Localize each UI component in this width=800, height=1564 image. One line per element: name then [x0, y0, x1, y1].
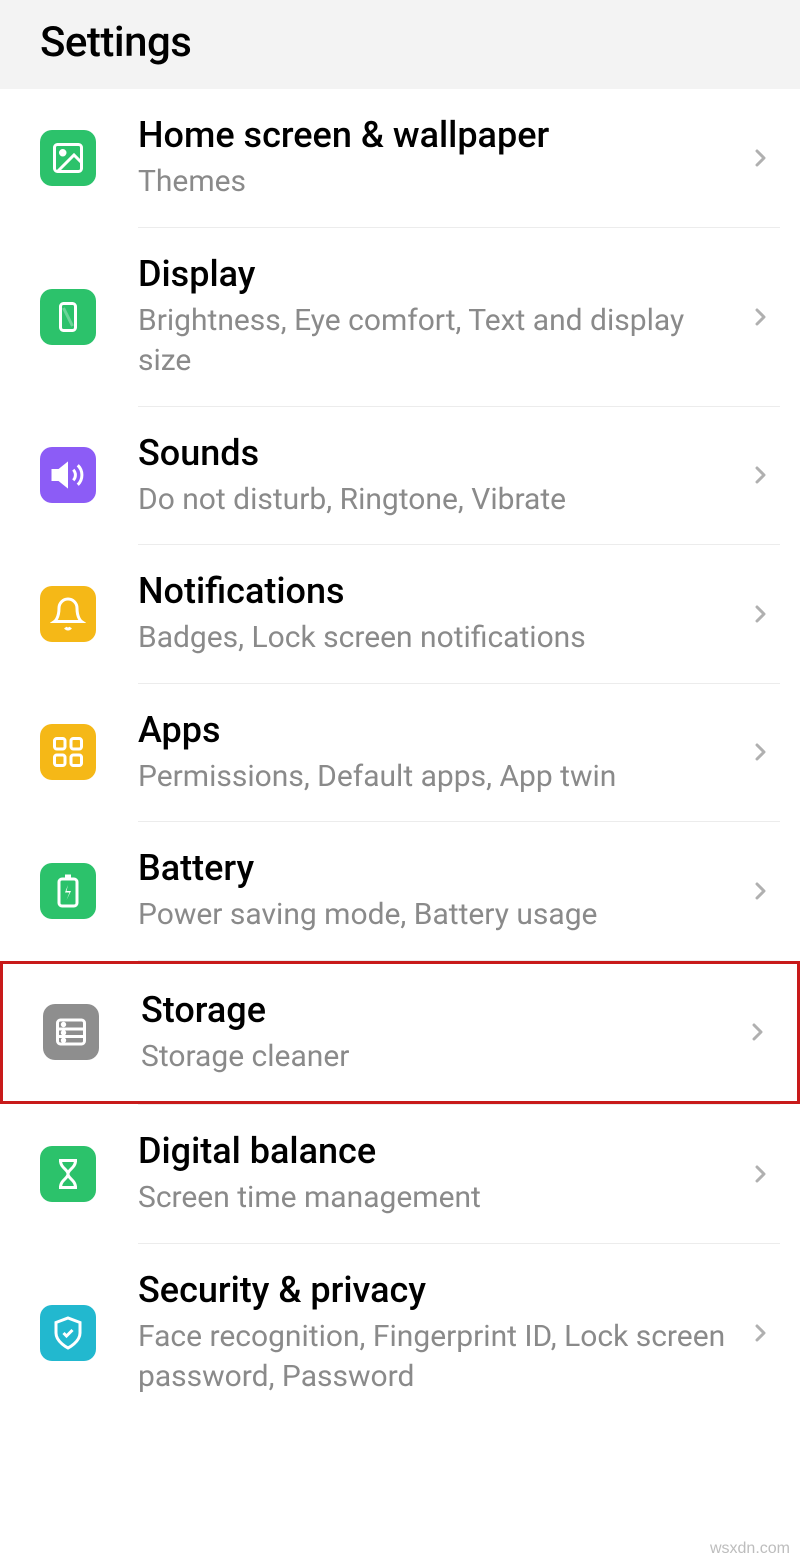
chevron-right-icon — [748, 146, 772, 170]
item-subtitle: Power saving mode, Battery usage — [138, 895, 736, 936]
phone-icon — [40, 289, 96, 345]
battery-icon — [40, 863, 96, 919]
chevron-right-icon — [748, 602, 772, 626]
item-title: Battery — [138, 846, 736, 891]
settings-item-storage-highlighted[interactable]: StorageStorage cleaner — [0, 961, 800, 1105]
item-subtitle: Storage cleaner — [141, 1037, 733, 1078]
settings-item-sounds[interactable]: SoundsDo not disturb, Ringtone, Vibrate — [0, 407, 800, 545]
hourglass-icon — [40, 1146, 96, 1202]
item-subtitle: Permissions, Default apps, App twin — [138, 757, 736, 798]
image-icon — [40, 130, 96, 186]
settings-row-apps[interactable]: AppsPermissions, Default apps, App twin — [0, 684, 800, 822]
item-title: Sounds — [138, 431, 736, 476]
settings-list: Home screen & wallpaperThemes DisplayBrig… — [0, 89, 800, 1422]
settings-item-security[interactable]: Security & privacyFace recognition, Fing… — [0, 1244, 800, 1422]
settings-row-sounds[interactable]: SoundsDo not disturb, Ringtone, Vibrate — [0, 407, 800, 545]
chevron-right-icon — [748, 1321, 772, 1345]
item-title: Digital balance — [138, 1129, 736, 1174]
item-subtitle: Screen time management — [138, 1178, 736, 1219]
item-title: Storage — [141, 988, 733, 1033]
item-title: Home screen & wallpaper — [138, 113, 736, 158]
settings-row-security[interactable]: Security & privacyFace recognition, Fing… — [0, 1244, 800, 1422]
item-subtitle: Themes — [138, 162, 736, 203]
settings-row-battery[interactable]: BatteryPower saving mode, Battery usage — [0, 822, 800, 960]
shield-icon — [40, 1305, 96, 1361]
grid-icon — [40, 724, 96, 780]
settings-row-storage[interactable]: StorageStorage cleaner — [3, 964, 797, 1102]
settings-item-digital-balance[interactable]: Digital balanceScreen time management — [0, 1105, 800, 1243]
speaker-icon — [40, 447, 96, 503]
item-body: DisplayBrightness, Eye comfort, Text and… — [138, 252, 748, 382]
chevron-right-icon — [748, 305, 772, 329]
item-subtitle: Brightness, Eye comfort, Text and displa… — [138, 301, 736, 382]
watermark: wsxdn.com — [710, 1540, 790, 1558]
header: Settings — [0, 0, 800, 89]
item-body: AppsPermissions, Default apps, App twin — [138, 708, 748, 798]
chevron-right-icon — [748, 463, 772, 487]
settings-item-home-screen[interactable]: Home screen & wallpaperThemes — [0, 89, 800, 227]
settings-row-home-screen[interactable]: Home screen & wallpaperThemes — [0, 89, 800, 227]
storage-icon — [43, 1004, 99, 1060]
settings-item-display[interactable]: DisplayBrightness, Eye comfort, Text and… — [0, 228, 800, 406]
settings-item-battery[interactable]: BatteryPower saving mode, Battery usage — [0, 822, 800, 960]
item-body: Home screen & wallpaperThemes — [138, 113, 748, 203]
item-body: StorageStorage cleaner — [141, 988, 745, 1078]
item-subtitle: Face recognition, Fingerprint ID, Lock s… — [138, 1317, 736, 1398]
settings-row-digital-balance[interactable]: Digital balanceScreen time management — [0, 1105, 800, 1243]
item-body: Security & privacyFace recognition, Fing… — [138, 1268, 748, 1398]
settings-item-notifications[interactable]: NotificationsBadges, Lock screen notific… — [0, 545, 800, 683]
item-title: Apps — [138, 708, 736, 753]
item-subtitle: Badges, Lock screen notifications — [138, 618, 736, 659]
bell-icon — [40, 586, 96, 642]
item-body: BatteryPower saving mode, Battery usage — [138, 846, 748, 936]
item-subtitle: Do not disturb, Ringtone, Vibrate — [138, 480, 736, 521]
settings-item-apps[interactable]: AppsPermissions, Default apps, App twin — [0, 684, 800, 822]
item-body: Digital balanceScreen time management — [138, 1129, 748, 1219]
chevron-right-icon — [748, 879, 772, 903]
settings-row-notifications[interactable]: NotificationsBadges, Lock screen notific… — [0, 545, 800, 683]
item-title: Security & privacy — [138, 1268, 736, 1313]
settings-row-display[interactable]: DisplayBrightness, Eye comfort, Text and… — [0, 228, 800, 406]
item-body: NotificationsBadges, Lock screen notific… — [138, 569, 748, 659]
page-title: Settings — [40, 18, 760, 67]
chevron-right-icon — [748, 1162, 772, 1186]
item-body: SoundsDo not disturb, Ringtone, Vibrate — [138, 431, 748, 521]
chevron-right-icon — [748, 740, 772, 764]
item-title: Notifications — [138, 569, 736, 614]
chevron-right-icon — [745, 1020, 769, 1044]
item-title: Display — [138, 252, 736, 297]
